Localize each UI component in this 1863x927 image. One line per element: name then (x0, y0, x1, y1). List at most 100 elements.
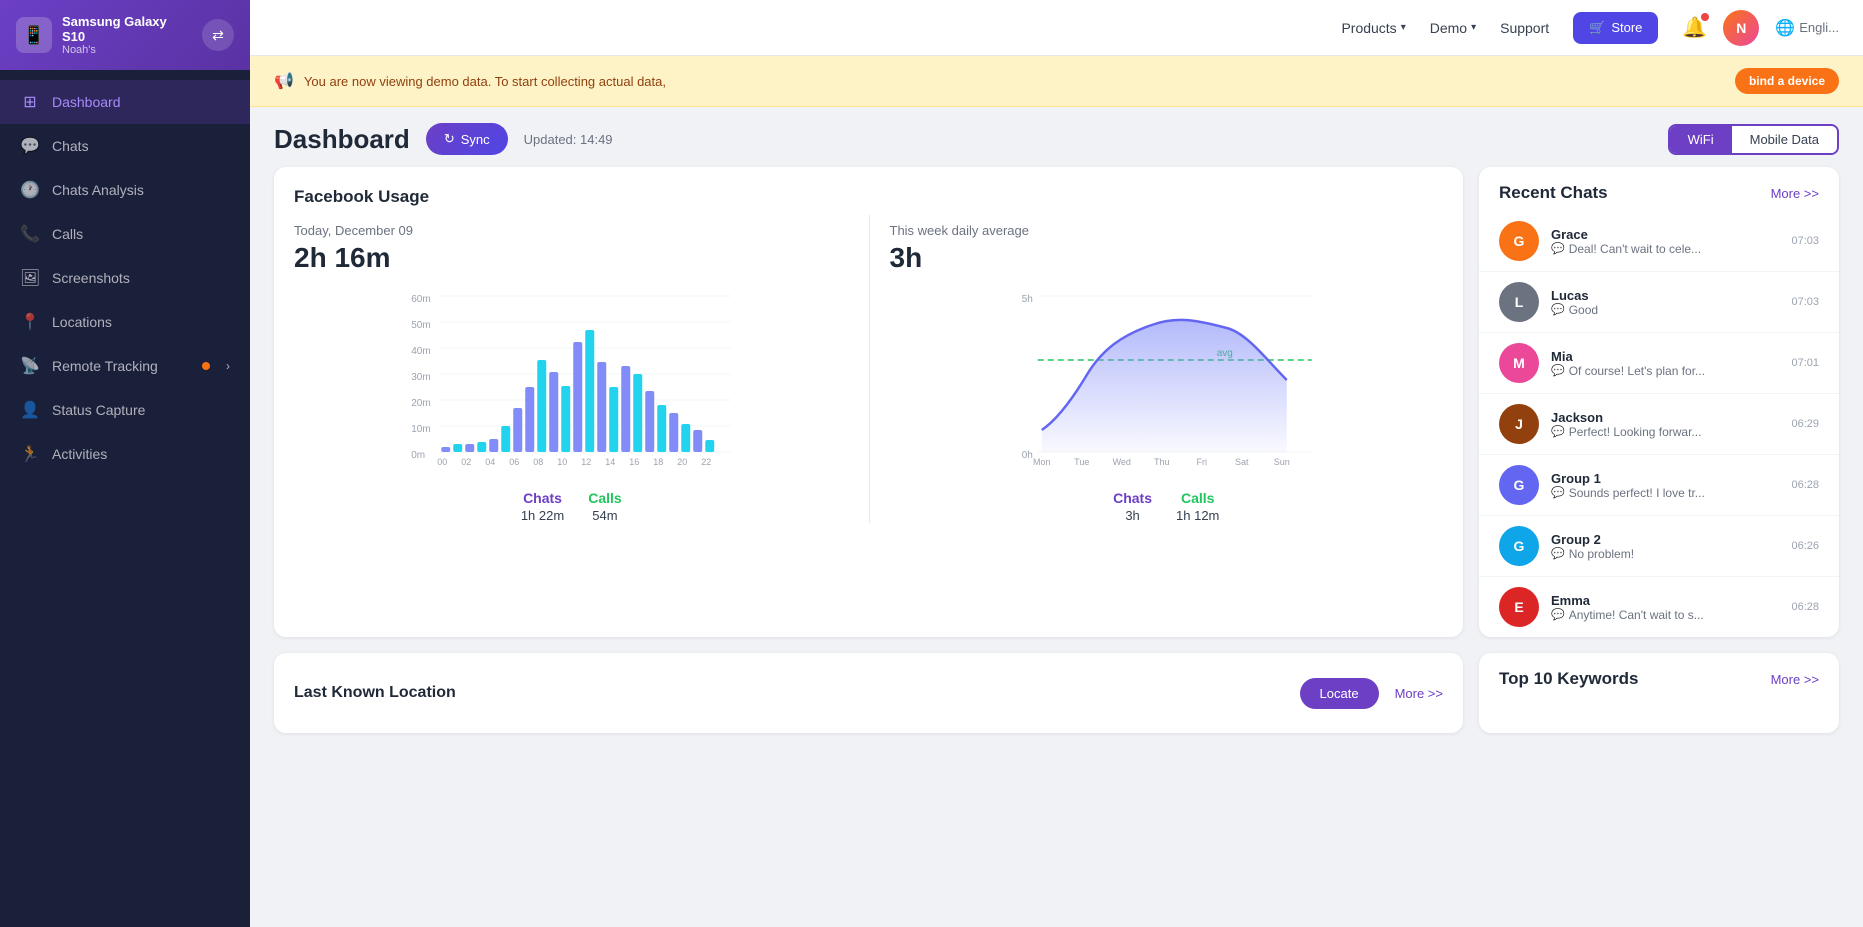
chat-preview: 💬 Of course! Let's plan for... (1551, 364, 1779, 378)
sync-button[interactable]: ↻ Sync (426, 123, 508, 155)
today-section: Today, December 09 2h 16m 60m 50m 40m 30… (274, 215, 869, 523)
chat-list-item[interactable]: J Jackson 💬 Perfect! Looking forwar... 0… (1479, 394, 1839, 455)
svg-text:22: 22 (701, 457, 711, 465)
weekly-section: This week daily average 3h 5h 0h (869, 215, 1464, 523)
top-navigation: Products ▾ Demo ▾ Support 🛒 Store 🔔 N 🌐 … (250, 0, 1863, 56)
svg-text:Wed: Wed (1112, 457, 1130, 465)
device-user: Noah's (62, 44, 192, 56)
weekly-calls-value: 1h 12m (1176, 508, 1219, 523)
keywords-more-link[interactable]: More >> (1771, 672, 1819, 687)
svg-text:16: 16 (629, 457, 639, 465)
products-caret: ▾ (1401, 22, 1406, 33)
weekly-chats-value: 3h (1125, 508, 1139, 523)
chats-icon: 💬 (20, 136, 40, 156)
today-bar-chart: 60m 50m 40m 30m 20m 10m 0m (294, 282, 849, 482)
sidebar-item-activities[interactable]: 🏃 Activities (0, 432, 250, 476)
svg-text:10: 10 (557, 457, 567, 465)
sidebar-item-chats-analysis[interactable]: 🕐 Chats Analysis (0, 168, 250, 212)
main-cards-grid: Facebook Usage Today, December 09 2h 16m… (250, 167, 1863, 653)
chat-time: 07:01 (1791, 357, 1819, 369)
weekly-chats-label[interactable]: Chats (1113, 490, 1152, 506)
sidebar-item-label: Locations (52, 314, 112, 330)
chat-list-item[interactable]: G Group 1 💬 Sounds perfect! I love tr...… (1479, 455, 1839, 516)
svg-text:Tue: Tue (1074, 457, 1089, 465)
svg-text:08: 08 (533, 457, 543, 465)
recent-chats-title: Recent Chats (1499, 183, 1608, 203)
bar-chart-svg: 60m 50m 40m 30m 20m 10m 0m (298, 290, 845, 465)
switch-device-button[interactable]: ⇄ (202, 19, 234, 51)
recent-chats-more-link[interactable]: More >> (1771, 186, 1819, 201)
today-calls-label[interactable]: Calls (588, 490, 621, 506)
wifi-tab[interactable]: WiFi (1670, 126, 1732, 153)
sidebar-header: 📱 Samsung Galaxy S10 Noah's ⇄ (0, 0, 250, 70)
weekly-duration: 3h (890, 242, 1444, 274)
message-icon: 💬 (1551, 303, 1565, 316)
today-legend: Chats 1h 22m Calls 54m (294, 490, 849, 523)
chats-analysis-icon: 🕐 (20, 180, 40, 200)
svg-text:02: 02 (461, 457, 471, 465)
page-title: Dashboard (274, 124, 410, 155)
svg-text:Sat: Sat (1234, 457, 1248, 465)
message-icon: 💬 (1551, 242, 1565, 255)
bind-device-button[interactable]: bind a device (1735, 68, 1839, 94)
svg-text:10m: 10m (411, 424, 430, 435)
chat-time: 06:28 (1791, 479, 1819, 491)
message-icon: 💬 (1551, 486, 1565, 499)
chat-preview: 💬 No problem! (1551, 547, 1779, 561)
sidebar-item-status-capture[interactable]: 👤 Status Capture (0, 388, 250, 432)
page-content: 📢 You are now viewing demo data. To star… (250, 56, 1863, 927)
chat-name: Mia (1551, 349, 1779, 364)
svg-text:04: 04 (485, 457, 495, 465)
user-avatar[interactable]: N (1723, 10, 1759, 46)
weekly-chats-legend: Chats 3h (1113, 490, 1152, 523)
updated-timestamp: Updated: 14:49 (524, 132, 613, 147)
support-link[interactable]: Support (1500, 20, 1549, 36)
chat-info: Lucas 💬 Good (1551, 288, 1779, 317)
store-button[interactable]: 🛒 Store (1573, 12, 1658, 44)
sidebar-item-remote-tracking[interactable]: 📡 Remote Tracking › (0, 344, 250, 388)
keywords-title: Top 10 Keywords (1499, 669, 1639, 689)
sidebar-item-calls[interactable]: 📞 Calls (0, 212, 250, 256)
chat-list-item[interactable]: E Emma 💬 Anytime! Can't wait to s... 06:… (1479, 577, 1839, 637)
screenshots-icon: 🖼 (20, 268, 40, 288)
keywords-header: Top 10 Keywords More >> (1479, 653, 1839, 697)
area-chart-svg: 5h 0h avg (894, 290, 1440, 465)
demo-link[interactable]: Demo ▾ (1430, 20, 1476, 36)
topnav-icons: 🔔 N 🌐 Engli... (1682, 10, 1839, 46)
sidebar-item-locations[interactable]: 📍 Locations (0, 300, 250, 344)
mobile-data-tab[interactable]: Mobile Data (1732, 126, 1837, 153)
chat-info: Group 2 💬 No problem! (1551, 532, 1779, 561)
notification-dot (1701, 13, 1709, 21)
sidebar: 📱 Samsung Galaxy S10 Noah's ⇄ ⊞ Dashboar… (0, 0, 250, 927)
location-card-title: Last Known Location (294, 684, 456, 702)
dashboard-icon: ⊞ (20, 92, 40, 112)
today-chats-legend: Chats 1h 22m (521, 490, 564, 523)
chat-list-item[interactable]: L Lucas 💬 Good 07:03 (1479, 272, 1839, 333)
today-chats-label[interactable]: Chats (523, 490, 562, 506)
sidebar-item-dashboard[interactable]: ⊞ Dashboard (0, 80, 250, 124)
chat-list-item[interactable]: M Mia 💬 Of course! Let's plan for... 07:… (1479, 333, 1839, 394)
chat-list-item[interactable]: G Group 2 💬 No problem! 06:26 (1479, 516, 1839, 577)
products-link[interactable]: Products ▾ (1341, 20, 1405, 36)
weekly-legend: Chats 3h Calls 1h 12m (890, 490, 1444, 523)
sidebar-item-screenshots[interactable]: 🖼 Screenshots (0, 256, 250, 300)
chat-list-item[interactable]: G Grace 💬 Deal! Can't wait to cele... 07… (1479, 211, 1839, 272)
chat-avatar: L (1499, 282, 1539, 322)
demo-banner: 📢 You are now viewing demo data. To star… (250, 56, 1863, 107)
chat-avatar: G (1499, 465, 1539, 505)
sidebar-item-chats[interactable]: 💬 Chats (0, 124, 250, 168)
location-more-link[interactable]: More >> (1395, 686, 1443, 701)
weekly-calls-label[interactable]: Calls (1181, 490, 1214, 506)
device-name: Samsung Galaxy S10 (62, 14, 192, 44)
bottom-cards-row: Last Known Location Locate More >> Top 1… (250, 653, 1863, 749)
calls-icon: 📞 (20, 224, 40, 244)
language-selector[interactable]: 🌐 Engli... (1775, 18, 1839, 38)
chat-time: 07:03 (1791, 296, 1819, 308)
locate-button[interactable]: Locate (1300, 678, 1379, 709)
chat-avatar: G (1499, 526, 1539, 566)
notification-bell[interactable]: 🔔 (1682, 15, 1707, 40)
svg-text:06: 06 (509, 457, 519, 465)
chat-info: Mia 💬 Of course! Let's plan for... (1551, 349, 1779, 378)
chat-name: Jackson (1551, 410, 1779, 425)
sidebar-item-label: Remote Tracking (52, 358, 158, 374)
